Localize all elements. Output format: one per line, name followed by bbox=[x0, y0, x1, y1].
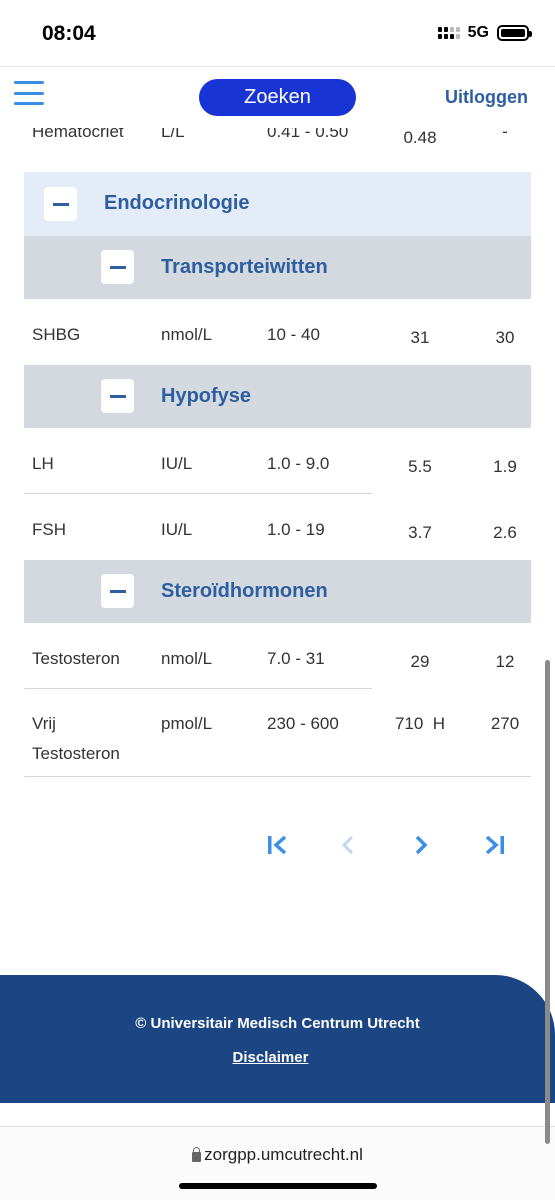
collapse-toggle-icon[interactable] bbox=[44, 187, 77, 221]
signal-icon bbox=[437, 27, 460, 39]
first-page-icon[interactable] bbox=[260, 828, 294, 862]
test-unit: IU/L bbox=[161, 520, 193, 539]
test-name: SHBG bbox=[32, 325, 81, 344]
previous-page-icon bbox=[331, 828, 365, 862]
test-name-line: Testosteron bbox=[32, 744, 120, 763]
test-name: Testosteron bbox=[32, 649, 120, 668]
section-header-hypofyse[interactable]: Hypofyse bbox=[24, 365, 531, 428]
result-value: 3.7 bbox=[408, 523, 432, 542]
table-row: FSH IU/L 1.0 - 19 3.7 2.6 bbox=[24, 494, 531, 560]
test-name: LH bbox=[32, 454, 54, 473]
hamburger-menu-icon[interactable] bbox=[14, 81, 44, 105]
table-row: Vrij Testosteron pmol/L 230 - 600 710 H … bbox=[24, 689, 531, 777]
section-label: Hypofyse bbox=[161, 385, 252, 407]
logout-link[interactable]: Uitloggen bbox=[445, 87, 528, 108]
table-row: LH IU/L 1.0 - 9.0 5.5 1.9 bbox=[24, 428, 531, 494]
search-button[interactable]: Zoeken bbox=[199, 79, 356, 116]
result-value: 30 bbox=[495, 328, 515, 347]
collapse-toggle-icon[interactable] bbox=[101, 250, 134, 284]
copyright-text: © Universitair Medisch Centrum Utrecht bbox=[135, 1015, 420, 1032]
reference-range: 230 - 600 bbox=[267, 714, 339, 733]
page-scrollbar[interactable] bbox=[545, 660, 550, 1144]
test-name: FSH bbox=[32, 520, 66, 539]
lock-icon bbox=[192, 1146, 202, 1162]
section-label: Transporteiwitten bbox=[161, 256, 328, 278]
network-type: 5G bbox=[467, 24, 489, 41]
result-value: 31 bbox=[410, 328, 430, 347]
table-row: Testosteron nmol/L 7.0 - 31 29 12 bbox=[24, 623, 531, 689]
group-label: Endocrinologie bbox=[104, 192, 250, 214]
result-value: 2.6 bbox=[493, 523, 517, 542]
result-value: 1.9 bbox=[493, 457, 517, 476]
test-name: Vrij Testosteron bbox=[32, 709, 120, 769]
app-header: Zoeken Uitloggen bbox=[0, 66, 555, 128]
section-label: Steroïdhormonen bbox=[161, 580, 328, 602]
result-value: 0.48 bbox=[403, 128, 437, 147]
reference-range: 1.0 - 19 bbox=[267, 520, 325, 539]
disclaimer-link[interactable]: Disclaimer bbox=[0, 1049, 541, 1066]
collapse-toggle-icon[interactable] bbox=[101, 379, 134, 413]
test-unit: IU/L bbox=[161, 454, 193, 473]
test-name: Hematocriet bbox=[32, 128, 124, 141]
browser-address-bar[interactable]: zorgpp.umcutrecht.nl bbox=[0, 1126, 555, 1200]
result-value: 12 bbox=[495, 652, 515, 671]
group-header-endocrinologie[interactable]: Endocrinologie bbox=[24, 172, 531, 236]
home-indicator[interactable] bbox=[179, 1183, 377, 1189]
result-value: 29 bbox=[410, 652, 430, 671]
status-indicators: 5G bbox=[437, 24, 532, 42]
result-value: 5.5 bbox=[408, 457, 432, 476]
reference-range: 7.0 - 31 bbox=[267, 649, 325, 668]
table-row: Hematocriet L/L 0.41 - 0.50 0.48 - bbox=[24, 128, 531, 172]
next-page-icon[interactable] bbox=[404, 828, 438, 862]
result-value-flagged: 710 H bbox=[394, 714, 446, 733]
reference-range: 0.41 - 0.50 bbox=[267, 128, 349, 141]
row-divider bbox=[24, 776, 531, 777]
battery-icon bbox=[497, 25, 532, 41]
url-display[interactable]: zorgpp.umcutrecht.nl bbox=[0, 1145, 555, 1165]
url-text: zorgpp.umcutrecht.nl bbox=[204, 1145, 363, 1164]
section-header-transporteiwitten[interactable]: Transporteiwitten bbox=[24, 236, 531, 299]
test-unit: nmol/L bbox=[161, 649, 213, 668]
section-header-steroidhormonen[interactable]: Steroïdhormonen bbox=[24, 560, 531, 623]
status-bar: 08:04 5G bbox=[0, 0, 555, 66]
reference-range: 1.0 - 9.0 bbox=[267, 454, 330, 473]
results-table: Hematocriet L/L 0.41 - 0.50 0.48 - Endoc… bbox=[24, 128, 531, 777]
test-unit: nmol/L bbox=[161, 325, 213, 344]
result-value: 270 bbox=[490, 714, 520, 733]
collapse-toggle-icon[interactable] bbox=[101, 574, 134, 608]
reference-range: 10 - 40 bbox=[267, 325, 320, 344]
table-row: SHBG nmol/L 10 - 40 31 30 bbox=[24, 299, 531, 365]
test-name-line: Vrij bbox=[32, 714, 56, 733]
test-unit: pmol/L bbox=[161, 714, 213, 733]
test-unit: L/L bbox=[161, 128, 185, 141]
status-time: 08:04 bbox=[42, 22, 96, 45]
footer: © Universitair Medisch Centrum Utrecht D… bbox=[0, 975, 555, 1103]
pagination bbox=[0, 828, 555, 862]
result-value: - bbox=[502, 128, 508, 141]
last-page-icon[interactable] bbox=[478, 828, 512, 862]
